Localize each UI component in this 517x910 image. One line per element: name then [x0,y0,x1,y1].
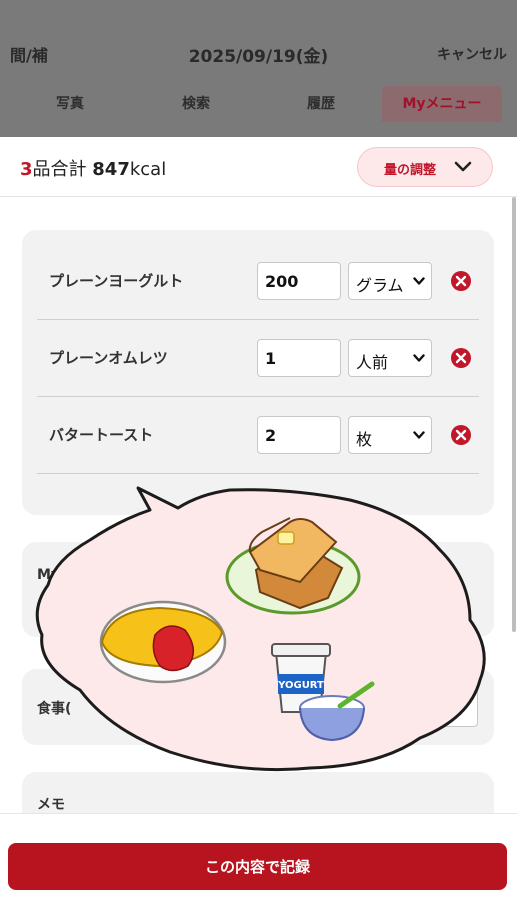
food-item: バタートースト 枚 [37,397,479,474]
unit-value: グラム [356,276,404,295]
adjust-amount-label: 量の調整 [384,163,437,178]
adjust-amount-button[interactable]: 量の調整 [357,147,493,187]
chevron-down-icon [413,277,425,285]
unit-select[interactable]: 枚 [348,416,432,454]
chevron-down-icon [454,161,472,172]
record-button-label: この内容で記録 [204,858,310,876]
chevron-down-icon [413,431,425,439]
cancel-button[interactable]: キャンセル [437,44,507,64]
header-row: 間/補 2025/09/19(金) キャンセル [0,30,517,74]
unit-select[interactable]: グラム [348,262,432,300]
unit-value: 人前 [356,353,389,372]
kcal-value: 847 [92,159,130,180]
food-item: プレーンオムレツ 人前 [37,320,479,397]
kcal-unit: kcal [129,159,167,180]
summary-bar: 3品合計 847kcal 量の調整 [0,137,517,197]
tab-mymenu[interactable]: Myメニュー [382,86,502,122]
record-button[interactable]: この内容で記録 [8,843,507,890]
remove-icon[interactable] [450,347,472,369]
tab-bar: 写真 検索 履歴 Myメニュー [0,86,517,122]
food-name: プレーンヨーグルト [49,272,184,290]
quantity-input[interactable] [257,416,341,454]
total-summary: 3品合計 847kcal [20,155,166,181]
unit-value: 枚 [356,430,373,449]
chevron-down-icon [413,354,425,362]
remove-icon[interactable] [450,424,472,446]
header-bar: 間/補 2025/09/19(金) キャンセル 写真 検索 履歴 Myメニュー [0,0,517,137]
unit-select[interactable]: 人前 [348,339,432,377]
yogurt-label: YOGURT [277,680,324,691]
tab-search[interactable]: 検索 [136,86,256,122]
omelet-plate [99,600,227,684]
tab-photo[interactable]: 写真 [10,86,130,122]
food-item: プレーンヨーグルト グラム [37,243,479,320]
item-count: 3 [20,159,33,180]
footer-bar: この内容で記録 [0,813,517,910]
quantity-input[interactable] [257,262,341,300]
food-name: プレーンオムレツ [49,349,168,367]
quantity-input[interactable] [257,339,341,377]
food-name: バタートースト [49,426,154,444]
item-count-suffix: 品合計 [32,159,87,180]
tab-history[interactable]: 履歴 [261,86,381,122]
food-illustration: YOGURT [35,486,486,772]
remove-icon[interactable] [450,270,472,292]
